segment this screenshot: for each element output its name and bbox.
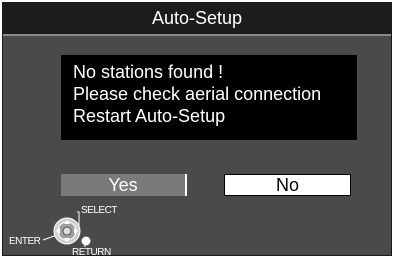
enter-label: ENTER	[9, 236, 41, 247]
return-label: RETURN	[72, 247, 111, 256]
yes-button[interactable]: Yes	[61, 174, 187, 196]
message-line: Please check aerial connection	[73, 84, 322, 104]
return-button-icon	[81, 236, 91, 246]
select-label: SELECT	[81, 205, 117, 216]
message-line: No stations found !	[73, 62, 224, 82]
remote-control-legend: SELECT ENTER RETURN	[3, 199, 143, 256]
no-button[interactable]: No	[224, 174, 351, 196]
dialog-title: Auto-Setup	[3, 3, 391, 36]
message-box: No stations found ! Please check aerial …	[61, 55, 357, 140]
dpad-icon	[53, 217, 81, 245]
tv-screen: Auto-Setup No stations found ! Please ch…	[2, 2, 392, 256]
message-line: Restart Auto-Setup	[73, 106, 226, 126]
